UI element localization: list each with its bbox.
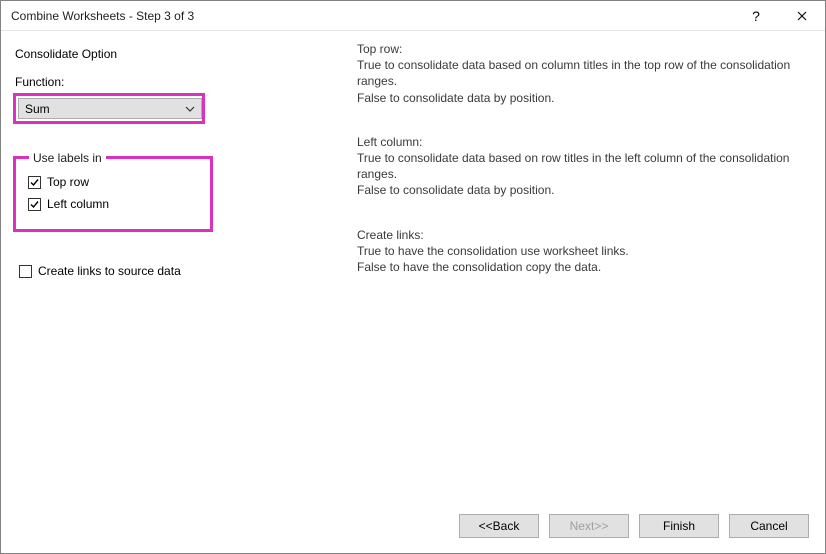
help-text: True to have the consolidation use works… bbox=[357, 243, 813, 259]
checkbox-top-row-label: Top row bbox=[47, 175, 89, 189]
button-bar: <<Back Next>> Finish Cancel bbox=[1, 507, 825, 553]
function-highlight: Sum bbox=[13, 93, 205, 124]
cancel-button-label: Cancel bbox=[750, 519, 787, 533]
function-select-value: Sum bbox=[25, 102, 50, 116]
use-labels-legend: Use labels in bbox=[29, 151, 106, 165]
help-top-row: Top row: True to consolidate data based … bbox=[357, 41, 813, 106]
cancel-button[interactable]: Cancel bbox=[729, 514, 809, 538]
help-text: True to consolidate data based on column… bbox=[357, 57, 813, 89]
help-text: False to consolidate data by position. bbox=[357, 182, 813, 198]
back-button-label: <<Back bbox=[479, 519, 520, 533]
finish-button[interactable]: Finish bbox=[639, 514, 719, 538]
use-labels-highlight: Top row Left column bbox=[13, 156, 213, 232]
left-pane: Consolidate Option Function: Sum Use lab… bbox=[13, 41, 353, 501]
section-title: Consolidate Option bbox=[15, 47, 345, 61]
window-title: Combine Worksheets - Step 3 of 3 bbox=[11, 9, 733, 23]
next-button: Next>> bbox=[549, 514, 629, 538]
dialog-window: Combine Worksheets - Step 3 of 3 ? Conso… bbox=[0, 0, 826, 554]
checkbox-create-links[interactable]: Create links to source data bbox=[19, 264, 345, 278]
finish-button-label: Finish bbox=[663, 519, 695, 533]
question-icon: ? bbox=[752, 8, 760, 24]
help-text: True to consolidate data based on row ti… bbox=[357, 150, 813, 182]
checkbox-icon bbox=[28, 198, 41, 211]
chevron-down-icon bbox=[185, 103, 195, 117]
checkbox-icon bbox=[28, 176, 41, 189]
checkbox-top-row[interactable]: Top row bbox=[28, 175, 202, 189]
help-button[interactable]: ? bbox=[733, 1, 779, 31]
checkbox-icon bbox=[19, 265, 32, 278]
help-heading: Left column: bbox=[357, 134, 813, 150]
close-icon bbox=[797, 11, 807, 21]
help-create-links: Create links: True to have the consolida… bbox=[357, 227, 813, 276]
next-button-label: Next>> bbox=[570, 519, 609, 533]
help-text: False to consolidate data by position. bbox=[357, 90, 813, 106]
help-left-column: Left column: True to consolidate data ba… bbox=[357, 134, 813, 199]
help-heading: Create links: bbox=[357, 227, 813, 243]
dialog-body: Consolidate Option Function: Sum Use lab… bbox=[1, 31, 825, 507]
close-button[interactable] bbox=[779, 1, 825, 31]
title-bar: Combine Worksheets - Step 3 of 3 ? bbox=[1, 1, 825, 31]
function-select[interactable]: Sum bbox=[18, 98, 202, 119]
help-text: False to have the consolidation copy the… bbox=[357, 259, 813, 275]
use-labels-fieldset: Use labels in Top row Left column bbox=[13, 142, 213, 232]
function-label: Function: bbox=[15, 75, 345, 89]
checkbox-left-column[interactable]: Left column bbox=[28, 197, 202, 211]
back-button[interactable]: <<Back bbox=[459, 514, 539, 538]
checkbox-create-links-label: Create links to source data bbox=[38, 264, 181, 278]
checkbox-left-column-label: Left column bbox=[47, 197, 109, 211]
help-heading: Top row: bbox=[357, 41, 813, 57]
help-pane: Top row: True to consolidate data based … bbox=[353, 41, 813, 501]
